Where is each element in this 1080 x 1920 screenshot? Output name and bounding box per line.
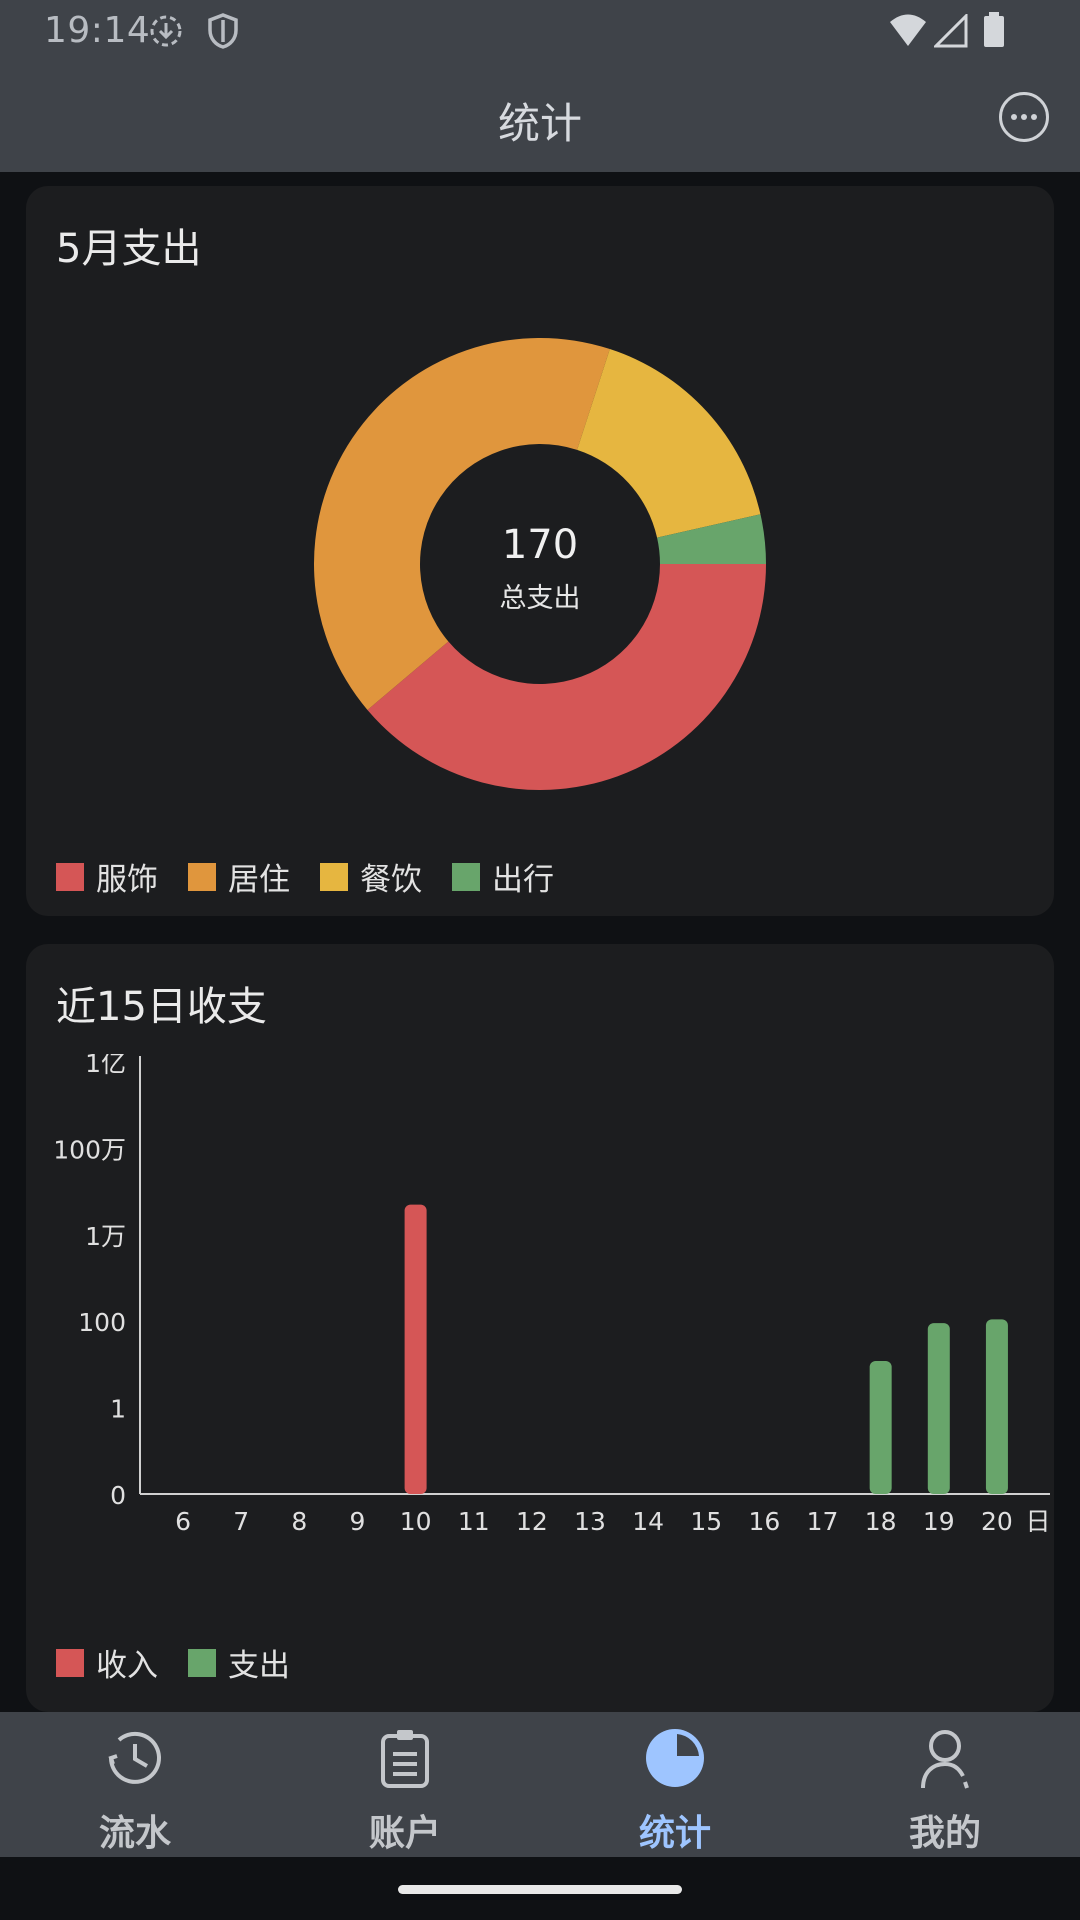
donut-chart[interactable]: 170 总支出	[314, 338, 766, 790]
legend-label: 居住	[228, 862, 290, 898]
y-tick-label: 0	[110, 1481, 126, 1510]
x-tick-label: 19	[923, 1507, 955, 1536]
bar-支出-19[interactable]	[927, 1323, 950, 1494]
nav-item-statistics[interactable]: 统计	[540, 1712, 810, 1857]
legend-swatch	[56, 862, 84, 891]
daily-income-expense-card: 近15日收支 0 1 100 1万 100万 1亿 6 7 8 9 10 11 12 13 14 15 16 17…	[26, 944, 1054, 1712]
bottom-navigation: 流水 账户 统计 我的	[0, 1712, 1080, 1857]
shield-icon	[208, 13, 238, 49]
legend-label: 服饰	[96, 862, 158, 898]
legend-swatch	[188, 862, 216, 891]
x-tick-label: 10	[400, 1507, 432, 1536]
download-icon	[150, 15, 182, 47]
x-tick-label: 16	[748, 1507, 780, 1536]
person-icon	[921, 1730, 969, 1789]
x-tick-label: 6	[175, 1507, 191, 1536]
bar-legend: 收入 支出	[56, 1640, 320, 1685]
more-horizontal-icon	[1011, 114, 1017, 120]
nav-label: 我的	[908, 1813, 981, 1854]
x-tick-label: 17	[807, 1507, 839, 1536]
x-tick-label: 12	[516, 1507, 548, 1536]
legend-item[interactable]: 服饰	[56, 854, 158, 899]
legend-swatch	[452, 862, 480, 891]
bar-支出-20[interactable]	[985, 1319, 1008, 1494]
signal-icon	[934, 14, 968, 48]
legend-label: 餐饮	[360, 862, 422, 898]
gesture-bar	[0, 1857, 1080, 1920]
total-expense-value: 170	[501, 522, 579, 568]
app-bar: 统计	[0, 62, 1080, 172]
legend-swatch	[188, 1648, 216, 1677]
nav-item-transactions[interactable]: 流水	[0, 1712, 270, 1857]
clock-icon	[108, 1731, 161, 1784]
stats-content[interactable]: 5月支出 170 总支出 服饰 居住 餐饮 出行 近15日收支 0 1 100 …	[0, 172, 1080, 1712]
battery-icon	[984, 12, 1004, 47]
nav-item-accounts[interactable]: 账户	[270, 1712, 540, 1857]
y-tick-label: 1万	[85, 1222, 126, 1251]
nav-label: 流水	[98, 1813, 171, 1854]
home-gesture-handle[interactable]	[398, 1885, 682, 1894]
x-tick-label: 20	[981, 1507, 1013, 1536]
x-tick-label: 15	[690, 1507, 722, 1536]
legend-label: 支出	[228, 1648, 290, 1684]
status-bar: 19:14	[0, 0, 1080, 62]
legend-label: 收入	[96, 1648, 158, 1684]
legend-item[interactable]: 餐饮	[320, 854, 422, 899]
pie-chart-icon	[646, 1729, 704, 1787]
x-tick-label: 9	[350, 1507, 366, 1536]
x-tick-label: 11	[458, 1507, 490, 1536]
donut-legend: 服饰 居住 餐饮 出行	[56, 854, 584, 899]
legend-swatch	[320, 862, 348, 891]
wifi-icon	[890, 14, 926, 46]
nav-item-profile[interactable]: 我的	[810, 1712, 1080, 1857]
monthly-expense-card: 5月支出 170 总支出 服饰 居住 餐饮 出行	[26, 186, 1054, 916]
x-tick-label: 18	[865, 1507, 897, 1536]
y-tick-label: 1亿	[85, 1054, 126, 1078]
bar-支出-18[interactable]	[869, 1360, 892, 1494]
more-options-button[interactable]	[999, 92, 1049, 142]
status-time: 19:14	[44, 10, 151, 51]
x-tick-label: 14	[632, 1507, 664, 1536]
legend-swatch	[56, 1648, 84, 1677]
bar-chart[interactable]: 0 1 100 1万 100万 1亿 6 7 8 9 10 11 12 13 14 15 16 17 18 19 20 日	[26, 1054, 1054, 1594]
x-tick-label: 13	[574, 1507, 606, 1536]
y-tick-label: 1	[110, 1395, 126, 1424]
total-expense-label: 总支出	[499, 583, 581, 614]
nav-label: 统计	[638, 1813, 711, 1854]
card-title: 5月支出	[56, 226, 202, 272]
clipboard-icon	[381, 1730, 429, 1788]
donut-slice-餐饮[interactable]	[577, 349, 761, 538]
legend-item[interactable]: 支出	[188, 1640, 290, 1685]
x-unit-label: 日	[1025, 1507, 1050, 1536]
legend-item[interactable]: 收入	[56, 1640, 158, 1685]
legend-label: 出行	[492, 862, 554, 898]
card-title: 近15日收支	[56, 984, 267, 1030]
bar-收入-10[interactable]	[404, 1204, 427, 1494]
legend-item[interactable]: 居住	[188, 854, 290, 899]
x-tick-label: 7	[233, 1507, 249, 1536]
legend-item[interactable]: 出行	[452, 854, 554, 899]
y-tick-label: 100	[78, 1308, 126, 1337]
nav-label: 账户	[368, 1813, 441, 1854]
x-tick-label: 8	[291, 1507, 307, 1536]
y-tick-label: 100万	[53, 1135, 126, 1164]
page-title: 统计	[497, 99, 582, 148]
